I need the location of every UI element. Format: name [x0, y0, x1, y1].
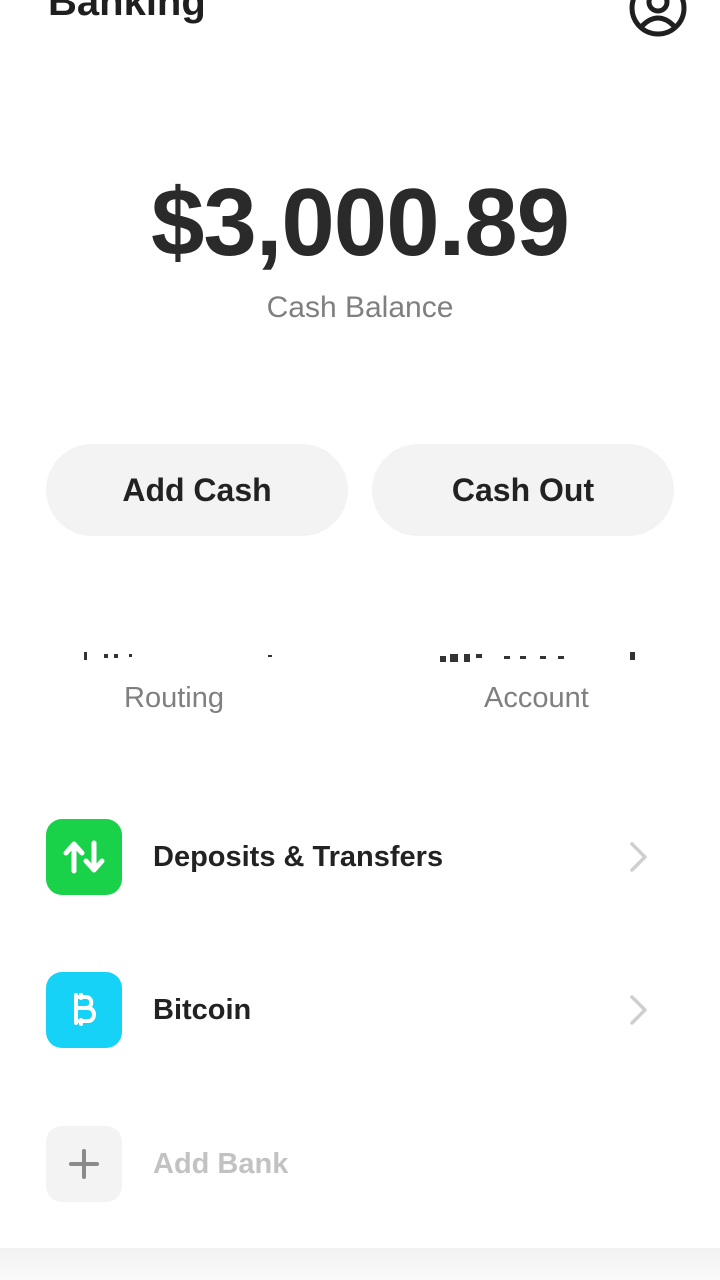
routing-label: Routing [124, 682, 224, 714]
cash-out-label: Cash Out [451, 471, 595, 508]
profile-button[interactable] [628, 0, 688, 38]
menu-item-bitcoin[interactable]: Bitcoin [46, 971, 666, 1049]
account-label: Account [484, 682, 589, 714]
plus-icon [46, 1126, 122, 1202]
arrows-up-down-icon [46, 819, 122, 895]
bitcoin-icon [46, 972, 122, 1048]
add-cash-label: Add Cash [122, 471, 272, 508]
menu-item-label: Deposits & Transfers [153, 840, 444, 873]
balance-amount: $3,000.89 [150, 169, 570, 276]
profile-icon [629, 0, 687, 37]
menu-item-label: Bitcoin [153, 993, 252, 1026]
chevron-right-icon [630, 842, 647, 872]
bottom-tab-bar-edge [0, 1248, 720, 1280]
page-title: Banking [48, 0, 206, 24]
chevron-right-icon [630, 995, 647, 1025]
account-number-redacted [440, 652, 635, 662]
cash-out-button[interactable]: Cash Out [372, 444, 674, 536]
add-cash-button[interactable]: Add Cash [46, 444, 348, 536]
balance-label: Cash Balance [266, 291, 454, 324]
menu-item-label: Add Bank [153, 1147, 289, 1180]
menu-item-add-bank[interactable]: Add Bank [46, 1125, 666, 1203]
menu-item-deposits-transfers[interactable]: Deposits & Transfers [46, 818, 666, 896]
routing-number-redacted [84, 652, 272, 660]
